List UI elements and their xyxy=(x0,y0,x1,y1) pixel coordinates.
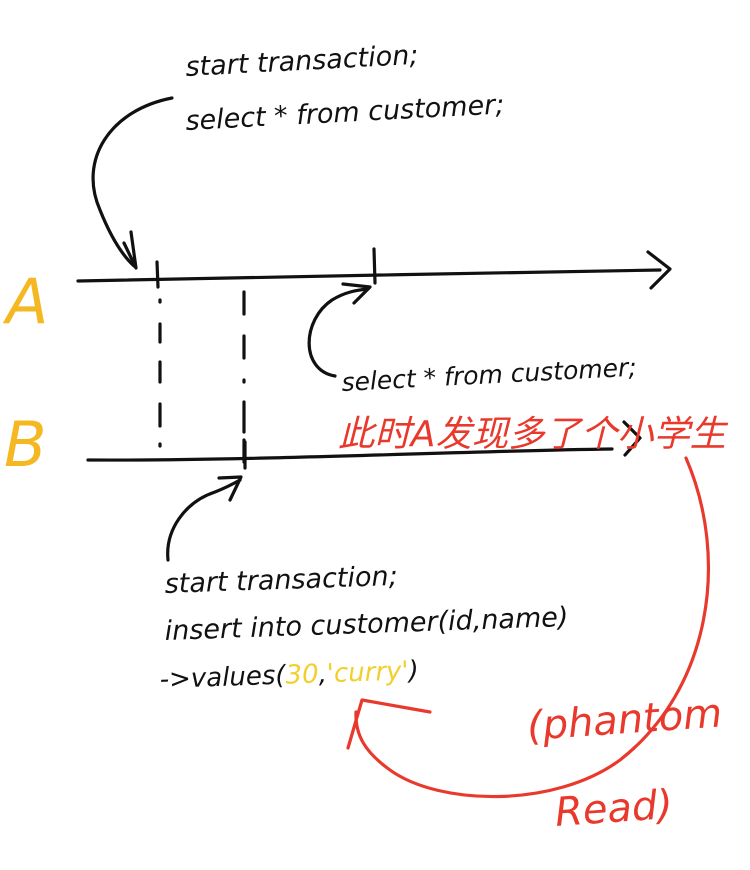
bottom-note-line-2: insert into customer(id,name) xyxy=(164,602,569,647)
timeline-a-tick-select xyxy=(372,247,377,285)
transaction-a-label: A xyxy=(2,265,48,338)
bottom-note-values-id: 30 xyxy=(285,659,319,690)
bottom-note-line-1: start transaction; xyxy=(164,561,398,600)
bottom-note-values-name: 'curry' xyxy=(326,656,409,689)
timeline-a xyxy=(76,268,662,283)
top-note-line-2: select * from customer; xyxy=(185,89,505,137)
arrow-mid-note-to-a-select xyxy=(307,287,370,378)
bottom-note-line-3: ->values(30,'curry') xyxy=(159,656,419,695)
phantom-read-label-line-1: (phantom xyxy=(525,690,723,750)
mid-note-line-1: select * from customer; xyxy=(341,353,638,397)
phantom-read-diagram: A B start transaction; select * from cus… xyxy=(2,40,729,836)
phantom-observation-note: 此时A发现多了个小学生 xyxy=(338,414,729,455)
bottom-note-values-suffix: ) xyxy=(406,656,419,686)
bottom-note-values-prefix: ->values( xyxy=(159,661,288,695)
transaction-b-label: B xyxy=(4,408,47,481)
top-note-line-1: start transaction; xyxy=(185,40,419,83)
timeline-a-tick-start xyxy=(155,260,160,289)
phantom-read-label-line-2: Read) xyxy=(553,782,674,836)
arrow-bottom-note-to-b-insert xyxy=(166,478,242,562)
